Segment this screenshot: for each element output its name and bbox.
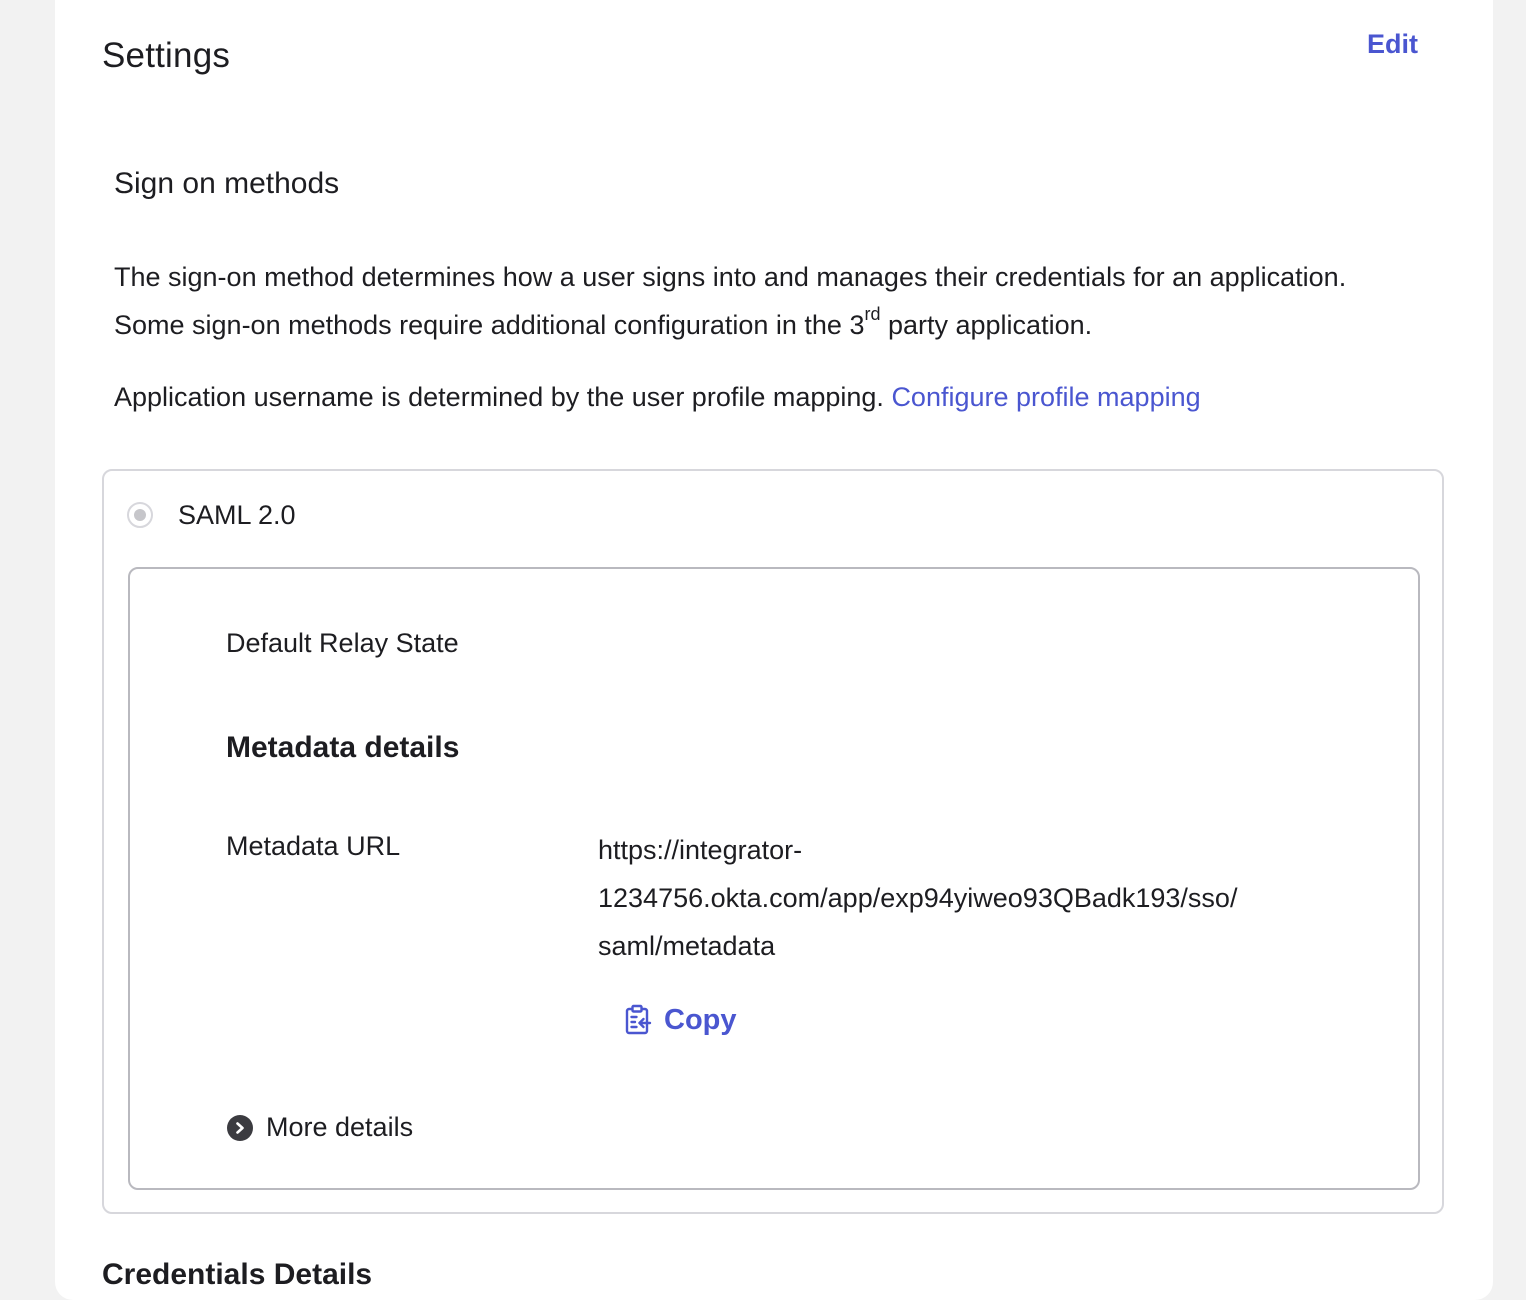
more-details-toggle[interactable]: More details [227,1112,413,1143]
sign-on-description: The sign-on method determines how a user… [114,253,1414,349]
more-details-label: More details [266,1112,414,1142]
configure-profile-mapping-link[interactable]: Configure profile mapping [891,382,1200,412]
sign-on-description-text: The sign-on method determines how a user… [114,262,1347,340]
copy-button[interactable]: Copy [624,1000,737,1040]
saml-radio-button[interactable] [127,502,153,528]
edit-button[interactable]: Edit [1367,29,1418,60]
metadata-url-line: 1234756.okta.com/app/exp94yiweo93QBadk19… [598,883,1238,913]
metadata-url-line: saml/metadata [598,931,776,961]
superscript-rd: rd [864,304,881,324]
metadata-url-line: https://integrator- [598,835,803,865]
profile-mapping-text: Application username is determined by th… [114,373,1201,421]
page-title: Settings [102,36,231,75]
sign-on-methods-heading: Sign on methods [114,167,340,200]
chevron-right-circle-icon [227,1114,253,1141]
copy-label: Copy [664,1003,737,1036]
sign-on-description-end: party application. [880,310,1093,340]
metadata-url-value: https://integrator- 1234756.okta.com/app… [598,826,1358,970]
metadata-details-heading: Metadata details [226,731,460,764]
credentials-details-heading: Credentials Details [102,1258,373,1291]
saml-radio-label[interactable]: SAML 2.0 [178,500,296,531]
default-relay-state-label: Default Relay State [226,628,459,658]
profile-mapping-description: Application username is determined by th… [114,382,892,412]
metadata-url-label: Metadata URL [226,831,401,861]
clipboard-copy-icon [625,1004,652,1035]
